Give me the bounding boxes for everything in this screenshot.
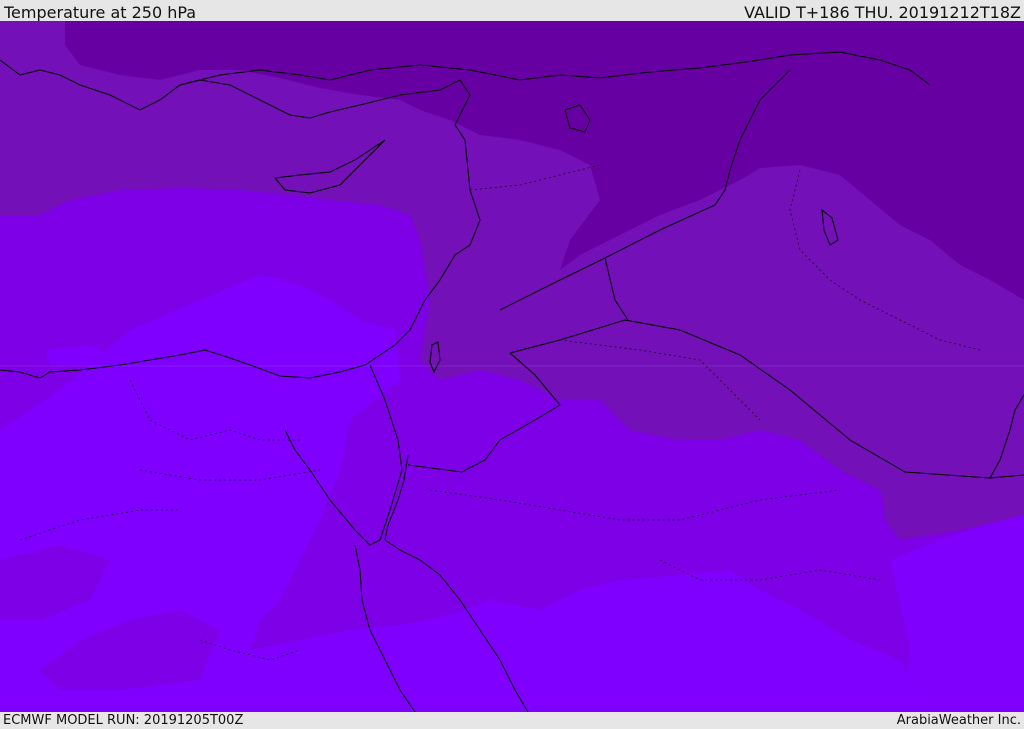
header-bar: Temperature at 250 hPa VALID T+186 THU. … bbox=[0, 0, 1024, 22]
footer-bar: ECMWF MODEL RUN: 20191205T00Z ArabiaWeat… bbox=[0, 712, 1024, 729]
model-run: ECMWF MODEL RUN: 20191205T00Z bbox=[3, 713, 244, 728]
weather-map[interactable] bbox=[0, 21, 1024, 712]
map-canvas bbox=[0, 21, 1024, 712]
credit-text: ArabiaWeather Inc. bbox=[896, 713, 1021, 728]
map-title: Temperature at 250 hPa bbox=[4, 3, 197, 22]
valid-time: VALID T+186 THU. 20191212T18Z bbox=[744, 3, 1021, 22]
